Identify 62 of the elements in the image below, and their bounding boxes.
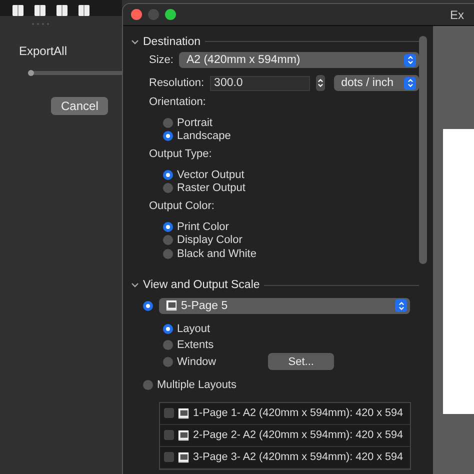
size-dropdown[interactable]: A2 (420mm x 594mm) xyxy=(179,52,419,68)
radio-button[interactable] xyxy=(163,324,173,334)
stepper-arrows-icon xyxy=(406,55,414,65)
option-label: Window xyxy=(177,356,216,368)
option-label: Landscape xyxy=(177,130,231,142)
layout-item[interactable]: 1-Page 1- A2 (420mm x 594mm): 420 x 594 xyxy=(193,407,404,419)
radio-button[interactable] xyxy=(143,380,153,390)
layout-icon[interactable] xyxy=(34,5,46,16)
option-label: Print Color xyxy=(177,220,229,233)
resolution-field[interactable]: 300.0 xyxy=(210,76,310,90)
unit-dropdown[interactable]: dots / inch xyxy=(334,75,419,91)
option-label: Vector Output xyxy=(177,168,244,181)
group-label: Orientation: xyxy=(149,96,206,108)
stepper-arrows-icon xyxy=(317,78,324,88)
set-button[interactable]: Set... xyxy=(268,353,334,370)
radio-button[interactable] xyxy=(163,340,173,350)
layout-icon xyxy=(178,452,189,462)
stepper-arrows-icon xyxy=(406,78,414,88)
resolution-label: Resolution: xyxy=(149,77,204,89)
group-label: Output Type: xyxy=(149,148,212,160)
option-label: Layout xyxy=(177,322,210,335)
radio-button[interactable] xyxy=(163,118,173,128)
checkbox[interactable] xyxy=(164,452,174,462)
option-label: Display Color xyxy=(177,234,242,246)
close-button[interactable] xyxy=(131,9,142,20)
layout-item[interactable]: 3-Page 3- A2 (420mm x 594mm): 420 x 594 xyxy=(193,451,404,463)
radio-button[interactable] xyxy=(143,300,153,310)
layout-icon[interactable] xyxy=(78,5,90,16)
chevron-icon[interactable] xyxy=(131,38,139,46)
layout-icon[interactable] xyxy=(56,5,68,16)
size-label: Size: xyxy=(149,54,174,66)
layout-icon xyxy=(166,300,177,311)
radio-button[interactable] xyxy=(163,131,173,142)
stepper[interactable] xyxy=(316,75,326,91)
window-title: Ex xyxy=(450,8,464,22)
option-label: Extents xyxy=(177,339,214,352)
layout-item[interactable]: 2-Page 2- A2 (420mm x 594mm): 420 x 594 xyxy=(193,429,404,441)
cancel-button[interactable]: Cancel xyxy=(51,97,108,115)
layout-icon xyxy=(178,408,189,418)
stepper-arrows-icon xyxy=(398,300,404,310)
checkbox[interactable] xyxy=(164,408,174,418)
option-label: Raster Output xyxy=(177,182,246,194)
option-label: Portrait xyxy=(177,116,212,129)
layout-icon xyxy=(178,430,189,440)
radio-button[interactable] xyxy=(163,222,173,232)
option-label: Black and White xyxy=(177,248,256,260)
layout-icon[interactable] xyxy=(12,5,24,16)
section-heading: Destination xyxy=(143,36,201,48)
radio-button[interactable] xyxy=(163,235,173,246)
zoom-button[interactable] xyxy=(165,9,176,20)
radio-button[interactable] xyxy=(163,183,173,194)
checkbox[interactable] xyxy=(164,430,174,440)
chevron-icon[interactable] xyxy=(131,281,139,289)
task-title: ExportAll xyxy=(19,44,68,58)
layout-dropdown[interactable]: 5-Page 5 xyxy=(159,298,410,314)
option-label: Multiple Layouts xyxy=(157,378,236,391)
group-label: Output Color: xyxy=(149,200,214,212)
radio-button[interactable] xyxy=(163,356,173,367)
radio-button[interactable] xyxy=(163,248,173,259)
radio-button[interactable] xyxy=(163,170,173,180)
scrollbar[interactable] xyxy=(419,36,427,264)
section-heading: View and Output Scale xyxy=(143,279,260,291)
